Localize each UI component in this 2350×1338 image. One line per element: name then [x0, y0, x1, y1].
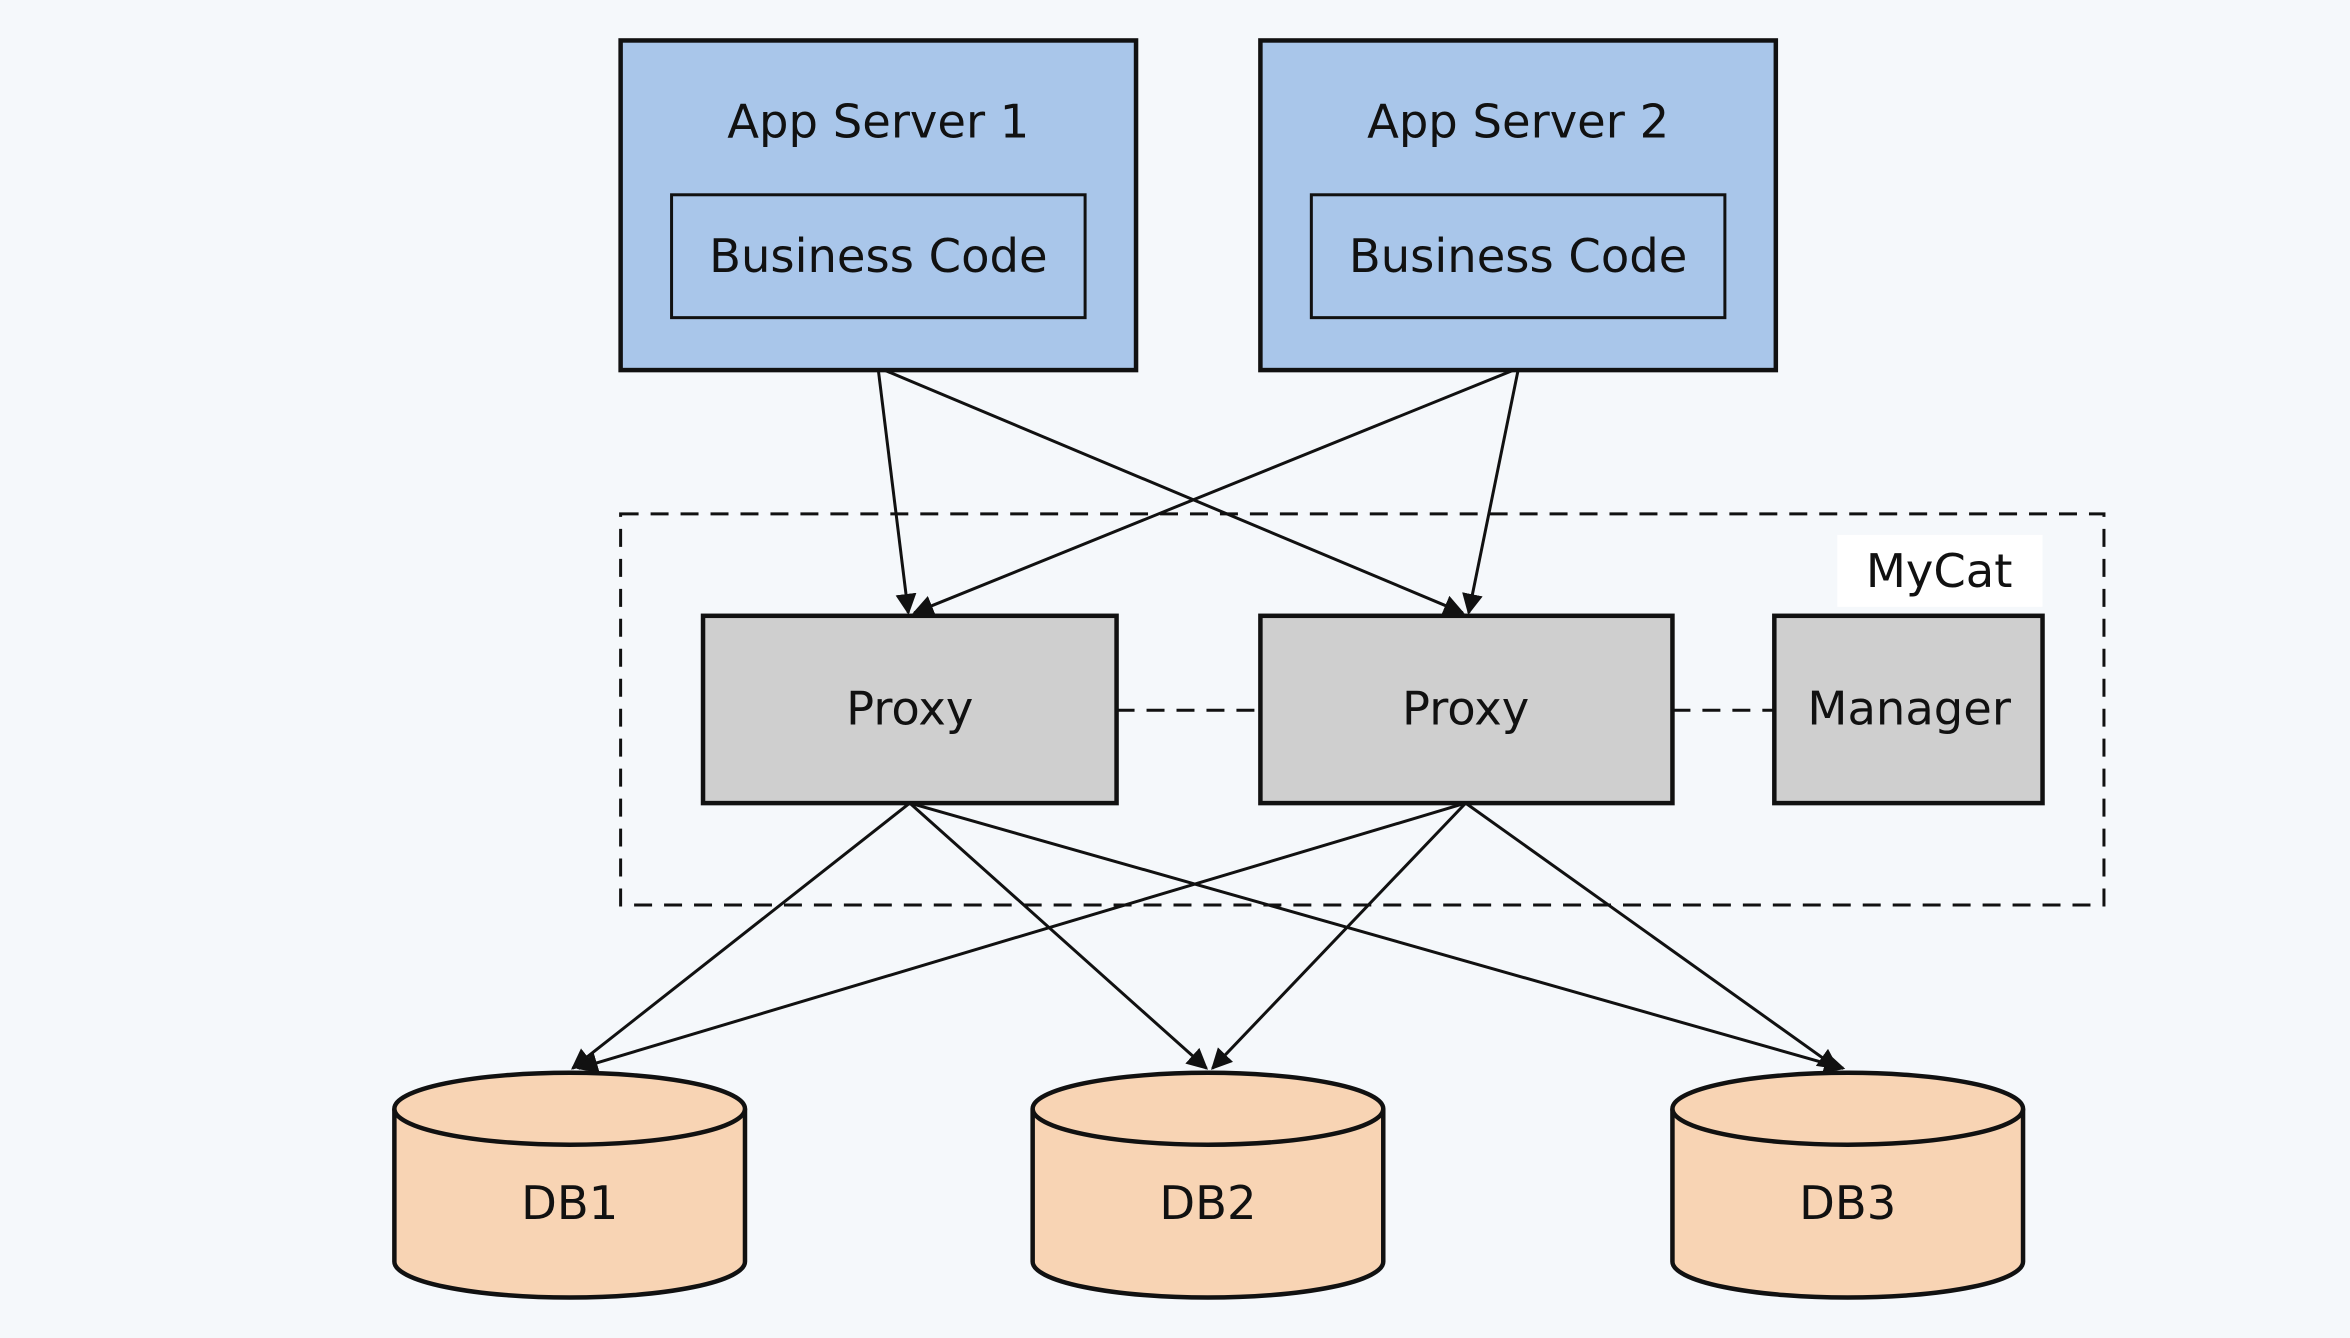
business-code-label-2: Business Code — [1349, 229, 1687, 283]
edge-app2-proxy1 — [912, 368, 1515, 616]
edge-app1-proxy1 — [876, 369, 917, 615]
manager: Manager — [1772, 613, 2045, 806]
db3-label: DB3 — [1799, 1176, 1896, 1230]
manager-label: Manager — [1807, 682, 2011, 736]
app-server-1: App Server 1 Business Code — [618, 38, 1139, 373]
proxy-2: Proxy — [1258, 613, 1675, 806]
proxy-2-label: Proxy — [1402, 682, 1529, 736]
db1-cylinder: DB1 — [392, 1070, 748, 1300]
edge-proxy2-db1 — [576, 801, 1467, 1073]
edge-proxy1-db1 — [571, 801, 911, 1070]
edge-app2-proxy2 — [1462, 369, 1520, 615]
edge-proxy1-db2 — [908, 801, 1209, 1070]
mycat-architecture-diagram: MyCat App Server 1 Business Code App Ser… — [392, 38, 2106, 1300]
proxy-1-label: Proxy — [846, 682, 973, 736]
edge-proxy1-db3 — [909, 801, 1846, 1074]
proxy-1: Proxy — [700, 613, 1119, 806]
db1-label: DB1 — [521, 1176, 618, 1230]
edge-app1-proxy2 — [883, 368, 1465, 616]
edge-proxy2-db3 — [1464, 801, 1839, 1070]
db3-cylinder: DB3 — [1670, 1070, 2026, 1300]
app-server-2: App Server 2 Business Code — [1258, 38, 1779, 373]
db2-label: DB2 — [1159, 1176, 1256, 1230]
app-server-2-label: App Server 2 — [1367, 94, 1669, 148]
business-code-label-1: Business Code — [709, 229, 1047, 283]
app-server-1-label: App Server 1 — [727, 94, 1029, 148]
mycat-label: MyCat — [1866, 544, 2013, 598]
edge-proxy2-db2 — [1211, 802, 1467, 1070]
db2-cylinder: DB2 — [1030, 1070, 1386, 1300]
